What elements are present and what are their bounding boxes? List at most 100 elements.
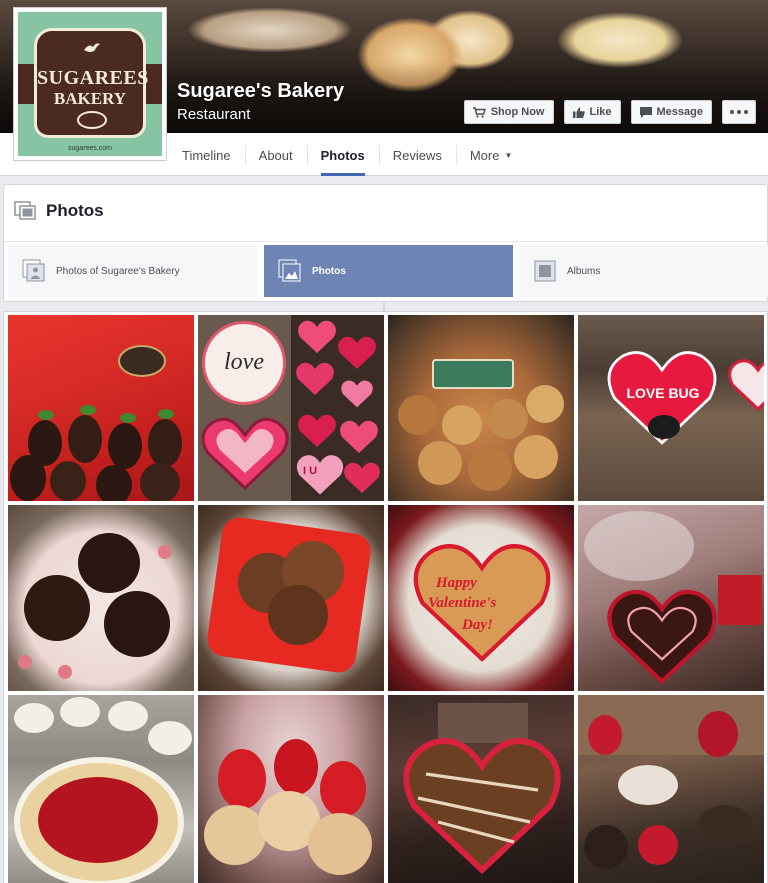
cookie-shape xyxy=(526,385,564,423)
photo-love-cookies[interactable]: love I U xyxy=(198,315,384,501)
logo-site: sugarees.com xyxy=(68,145,112,152)
photo-love-bug-cookie[interactable]: LOVE BUG xyxy=(578,315,764,501)
tab-label: Timeline xyxy=(182,147,231,163)
gift-bag-shape xyxy=(638,825,678,865)
photo-chocolate-cupcakes[interactable] xyxy=(8,505,194,691)
tab-photos[interactable]: Photos xyxy=(306,134,379,176)
page-header: SUGAREES BAKERY sugarees.com Sugaree's B… xyxy=(0,0,768,176)
subtab-albums[interactable]: Albums xyxy=(519,245,768,297)
tab-label: More xyxy=(469,147,500,163)
cookie-shape xyxy=(468,447,512,491)
cupcake-shape xyxy=(104,591,170,657)
cookie-shape xyxy=(514,435,558,479)
heart-cookie-icon xyxy=(298,414,336,447)
tart-shape xyxy=(148,721,192,755)
cake-shape xyxy=(618,765,678,805)
photo-valentine-display[interactable] xyxy=(578,695,764,883)
album-icon xyxy=(534,260,556,282)
strawberry-shape xyxy=(50,461,86,501)
photo-coconut-macaroons[interactable] xyxy=(198,505,384,691)
shop-now-button[interactable]: Shop Now xyxy=(463,100,554,124)
dot-shape xyxy=(58,665,72,679)
photo-grid: love I U LOVE BUG Happy Valentine's Day! xyxy=(3,311,768,883)
photo-text: I U xyxy=(303,465,318,477)
photo-cookie-tray[interactable] xyxy=(388,315,574,501)
dot-shape xyxy=(158,545,172,559)
heart-cookie-icon xyxy=(298,320,336,353)
tart-shape xyxy=(14,703,54,733)
tagged-photos-icon xyxy=(22,259,45,282)
bird-icon xyxy=(84,43,100,52)
photo-strawberry-pie[interactable] xyxy=(8,695,194,883)
tab-more[interactable]: More ▼ xyxy=(455,134,527,176)
more-options-button[interactable] xyxy=(722,100,756,124)
photos-panel: Photos Photos of Sugaree's Bakery Photos… xyxy=(3,184,768,302)
macaroon-shape xyxy=(268,585,328,645)
strawberry-shape xyxy=(140,463,180,501)
cupcake-shape xyxy=(78,533,140,593)
photo-heart-cake-dome[interactable] xyxy=(578,505,764,691)
photo-strawberry-tarts[interactable] xyxy=(198,695,384,883)
action-buttons: Shop Now Like Message xyxy=(463,100,756,124)
strawberry-shape xyxy=(274,739,318,795)
bakery-logo: SUGAREES BAKERY sugarees.com xyxy=(18,12,162,156)
cookie-shape xyxy=(442,405,482,445)
photo-chocolate-heart-cake[interactable] xyxy=(388,695,574,883)
photo-text: Day! xyxy=(462,617,493,633)
subtab-photos-of-page[interactable]: Photos of Sugaree's Bakery xyxy=(8,245,258,297)
heart-cookie-icon xyxy=(296,362,334,395)
page-category[interactable]: Restaurant xyxy=(177,106,250,123)
strawberry-shape xyxy=(96,465,132,501)
divider xyxy=(383,301,385,311)
tab-label: Photos xyxy=(320,147,365,163)
heart-cookie-icon xyxy=(338,336,376,369)
heart-cookie-icon xyxy=(201,417,289,491)
strawberry-fill-shape xyxy=(38,777,158,863)
leaf-shape xyxy=(38,410,54,420)
cupcake-shape xyxy=(584,825,628,869)
strawberry-shape xyxy=(218,749,266,809)
strawberry-shape xyxy=(320,761,366,817)
photo-chocolate-strawberries[interactable] xyxy=(8,315,194,501)
profile-picture[interactable]: SUGAREES BAKERY sugarees.com xyxy=(13,7,167,161)
heart-cookie-icon xyxy=(344,462,380,494)
photos-stack-icon xyxy=(278,259,301,282)
photo-valentine-cookie-cake[interactable]: Happy Valentine's Day! xyxy=(388,505,574,691)
subtab-label: Photos xyxy=(312,265,346,277)
dot-shape xyxy=(18,655,32,669)
photos-icon xyxy=(14,201,36,220)
photo-text: Valentine's xyxy=(428,595,497,611)
photos-heading: Photos xyxy=(14,201,104,221)
more-icon xyxy=(730,110,748,114)
logo-badge: SUGAREES BAKERY xyxy=(34,28,149,138)
photo-text: love xyxy=(224,349,264,375)
heart-cookie-icon xyxy=(340,420,378,453)
logo-line1: SUGAREES xyxy=(37,67,149,89)
caret-down-icon: ▼ xyxy=(504,150,513,160)
divider xyxy=(4,241,767,242)
logo-line2: BAKERY xyxy=(53,89,127,108)
heart-cookie-icon xyxy=(403,738,561,875)
tab-label: About xyxy=(258,147,293,163)
message-button[interactable]: Message xyxy=(630,100,712,124)
page-tabs: Timeline About Photos Reviews More ▼ xyxy=(168,134,526,176)
page-name[interactable]: Sugaree's Bakery xyxy=(177,80,344,103)
tab-reviews[interactable]: Reviews xyxy=(378,134,456,176)
subtab-photos[interactable]: Photos xyxy=(264,245,513,297)
leaf-shape xyxy=(120,413,136,423)
subtab-label: Photos of Sugaree's Bakery xyxy=(56,265,180,277)
message-icon xyxy=(639,106,652,118)
tart-shape xyxy=(108,701,148,731)
sticker-shape xyxy=(432,359,514,389)
dome-shape xyxy=(584,511,694,581)
photos-title: Photos xyxy=(46,201,104,220)
cookie-shape xyxy=(398,395,438,435)
tab-label: Reviews xyxy=(392,147,442,163)
thumbs-up-icon xyxy=(572,107,585,118)
tab-about[interactable]: About xyxy=(244,134,307,176)
like-button[interactable]: Like xyxy=(563,100,621,124)
tab-timeline[interactable]: Timeline xyxy=(168,134,245,176)
logo-swirl xyxy=(77,111,107,129)
cookie-shape xyxy=(418,441,462,485)
macaroon-shape xyxy=(308,813,372,875)
